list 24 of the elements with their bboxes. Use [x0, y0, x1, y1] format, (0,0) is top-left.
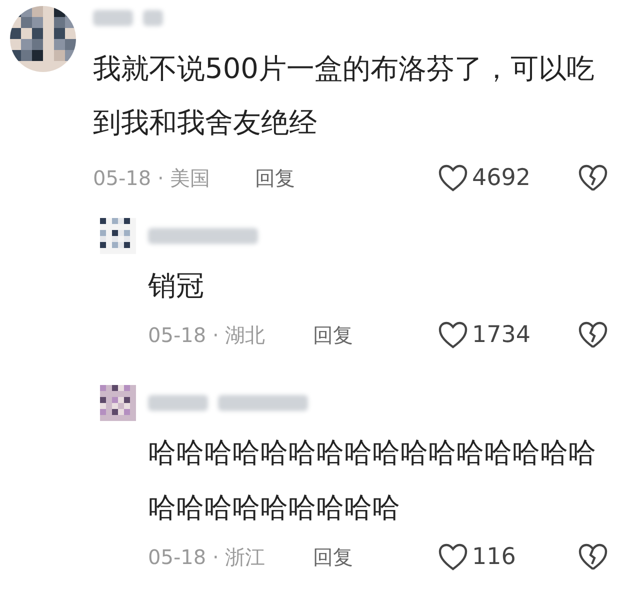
like-count: 116	[472, 542, 516, 572]
blurred-username	[143, 10, 163, 26]
reply-link[interactable]: 回复	[255, 163, 295, 193]
comment-text: 我就不说500片一盒的布洛芬了，可以吃到我和我舍友绝经	[93, 51, 596, 141]
date-location: 05-18 · 浙江	[148, 544, 266, 571]
heart-icon[interactable]	[438, 321, 468, 349]
like-count: 4692	[472, 164, 531, 193]
reply-link[interactable]: 回复	[313, 542, 353, 572]
blurred-username	[148, 395, 208, 411]
avatar[interactable]	[100, 218, 136, 254]
date-location: 05-18 · 湖北	[148, 322, 266, 349]
like-count: 1734	[472, 320, 531, 350]
blurred-username	[93, 10, 133, 26]
date-location: 05-18 · 美国	[93, 165, 212, 192]
avatar[interactable]	[100, 385, 136, 421]
broken-heart-icon[interactable]	[578, 321, 608, 349]
heart-icon[interactable]	[438, 164, 468, 192]
reply-link[interactable]: 回复	[313, 320, 353, 350]
reply-text: 销冠	[148, 268, 205, 304]
broken-heart-icon[interactable]	[578, 543, 608, 571]
avatar[interactable]	[10, 6, 76, 72]
broken-heart-icon[interactable]	[578, 164, 608, 192]
reply-text: 哈哈哈哈哈哈哈哈哈哈哈哈哈哈哈哈哈哈哈哈哈哈哈哈哈	[148, 435, 597, 526]
heart-icon[interactable]	[438, 543, 468, 571]
